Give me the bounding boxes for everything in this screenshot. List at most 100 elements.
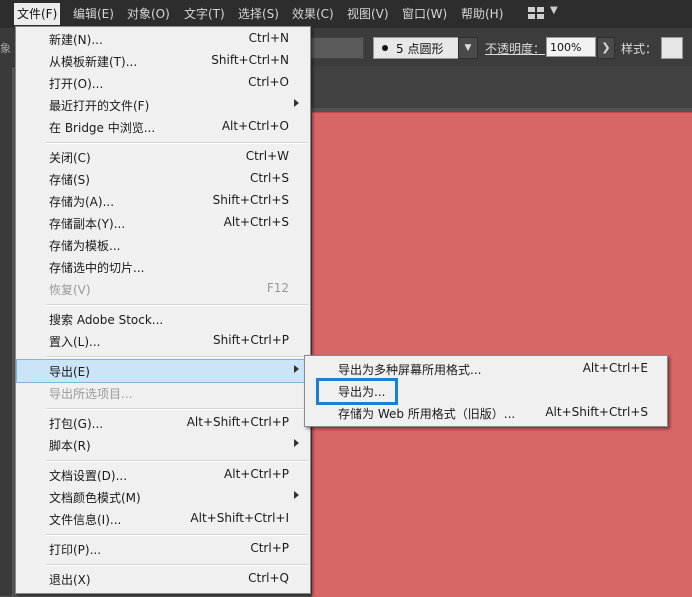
menu-help[interactable]: 帮助(H) xyxy=(458,3,506,25)
chevron-down-icon[interactable]: ▼ xyxy=(458,37,478,59)
menu-item-label: 存储为 Web 所用格式（旧版）... xyxy=(338,407,516,421)
menu-item-label: 打包(G)... xyxy=(49,417,104,431)
menu-item-save-for-web-legacy[interactable]: 存储为 Web 所用格式（旧版）... Alt+Shift+Ctrl+S xyxy=(306,402,666,424)
menu-item-label: 在 Bridge 中浏览... xyxy=(49,121,156,135)
annotation-highlight-box xyxy=(316,378,398,405)
chevron-right-icon[interactable]: ❯ xyxy=(597,37,615,59)
menu-item-new-from-template[interactable]: 从模板新建(T)... Shift+Ctrl+N xyxy=(17,50,309,72)
menu-item-label: 打印(P)... xyxy=(49,543,102,557)
menu-item-save-selected-slices[interactable]: 存储选中的切片... xyxy=(17,256,309,278)
brush-definition-select[interactable]: 5 点圆形 xyxy=(373,37,459,59)
menu-item-exit[interactable]: 退出(X) Ctrl+Q xyxy=(17,568,309,590)
menu-item-save-as[interactable]: 存储为(A)... Shift+Ctrl+S xyxy=(17,190,309,212)
menu-item-close[interactable]: 关闭(C) Ctrl+W xyxy=(17,146,309,168)
graphic-style-swatch[interactable] xyxy=(661,37,683,59)
control-label-fragment: 象 xyxy=(0,42,11,55)
menu-item-shortcut: Alt+Shift+Ctrl+S xyxy=(545,405,648,419)
menu-item-label: 存储为(A)... xyxy=(49,195,115,209)
menu-item-recent-files[interactable]: 最近打开的文件(F) xyxy=(17,94,309,116)
menu-item-label: 文档颜色模式(M) xyxy=(49,491,141,505)
menu-item-save-copy[interactable]: 存储副本(Y)... Alt+Ctrl+S xyxy=(17,212,309,234)
menu-item-scripts[interactable]: 脚本(R) xyxy=(17,434,309,456)
menu-item-label: 文件信息(I)... xyxy=(49,513,122,527)
menu-separator xyxy=(46,534,308,536)
menu-item-revert: 恢复(V) F12 xyxy=(17,278,309,300)
menu-item-shortcut: Alt+Ctrl+P xyxy=(224,467,289,481)
menu-item-label: 存储副本(Y)... xyxy=(49,217,126,231)
menu-item-save-as-template[interactable]: 存储为模板... xyxy=(17,234,309,256)
menu-item-label: 导出为多种屏幕所用格式... xyxy=(338,363,482,377)
menu-item-shortcut: Ctrl+P xyxy=(250,541,289,555)
menu-separator xyxy=(46,460,308,462)
menu-item-file-info[interactable]: 文件信息(I)... Alt+Shift+Ctrl+I xyxy=(17,508,309,530)
menu-item-shortcut: Ctrl+Q xyxy=(248,571,289,585)
menu-item-browse-in-bridge[interactable]: 在 Bridge 中浏览... Alt+Ctrl+O xyxy=(17,116,309,138)
menu-item-shortcut: Ctrl+O xyxy=(248,75,289,89)
menu-type[interactable]: 文字(T) xyxy=(181,3,228,25)
menu-separator xyxy=(46,142,308,144)
menu-item-place[interactable]: 置入(L)... Shift+Ctrl+P xyxy=(17,330,309,352)
menu-item-shortcut: Shift+Ctrl+P xyxy=(213,333,289,347)
opacity-label[interactable]: 不透明度： xyxy=(485,40,545,57)
menu-item-shortcut: F12 xyxy=(266,281,289,295)
menu-item-export-for-screens[interactable]: 导出为多种屏幕所用格式... Alt+Ctrl+E xyxy=(306,358,666,380)
workspace-grid-icon[interactable] xyxy=(528,7,544,19)
menu-item-shortcut: Alt+Ctrl+E xyxy=(582,361,648,375)
menu-item-label: 最近打开的文件(F) xyxy=(49,99,150,113)
chevron-down-icon[interactable]: ▼ xyxy=(550,5,558,16)
brush-label: 5 点圆形 xyxy=(396,42,444,56)
menu-item-open[interactable]: 打开(O)... Ctrl+O xyxy=(17,72,309,94)
menu-select[interactable]: 选择(S) xyxy=(235,3,282,25)
menu-item-shortcut: Alt+Ctrl+S xyxy=(223,215,289,229)
menu-separator xyxy=(46,356,308,358)
menu-effect[interactable]: 效果(C) xyxy=(289,3,337,25)
menu-item-shortcut: Ctrl+N xyxy=(248,31,289,45)
menu-item-label: 打开(O)... xyxy=(49,77,104,91)
menu-item-export-selection: 导出所选项目... xyxy=(17,382,309,404)
menu-item-export[interactable]: 导出(E) xyxy=(16,359,310,383)
menu-edit[interactable]: 编辑(E) xyxy=(70,3,117,25)
menu-item-shortcut: Alt+Shift+Ctrl+P xyxy=(186,415,289,429)
style-label: 样式： xyxy=(621,42,658,56)
menu-item-label: 存储选中的切片... xyxy=(49,261,145,275)
submenu-arrow-icon xyxy=(294,439,299,447)
menu-item-label: 导出(E) xyxy=(49,365,90,379)
document-tab-area xyxy=(305,66,692,108)
file-menu: 新建(N)... Ctrl+N 从模板新建(T)... Shift+Ctrl+N… xyxy=(15,26,311,594)
tools-panel-edge xyxy=(0,28,12,596)
menu-item-search-adobe-stock[interactable]: 搜索 Adobe Stock... xyxy=(17,308,309,330)
menu-object[interactable]: 对象(O) xyxy=(124,3,173,25)
menu-item-save[interactable]: 存储(S) Ctrl+S xyxy=(17,168,309,190)
menu-window[interactable]: 窗口(W) xyxy=(399,3,450,25)
stroke-weight-field[interactable] xyxy=(310,37,364,59)
menu-separator xyxy=(46,564,308,566)
menu-item-label: 新建(N)... xyxy=(49,33,103,47)
menu-file[interactable]: 文件(F) xyxy=(14,3,61,25)
menu-item-shortcut: Ctrl+S xyxy=(249,171,289,185)
menu-item-label: 退出(X) xyxy=(49,573,91,587)
menu-item-label: 搜索 Adobe Stock... xyxy=(49,313,164,327)
menu-item-shortcut: Alt+Ctrl+O xyxy=(221,119,289,133)
submenu-arrow-icon xyxy=(294,491,299,499)
menu-item-document-color-mode[interactable]: 文档颜色模式(M) xyxy=(17,486,309,508)
menu-item-label: 文档设置(D)... xyxy=(49,469,128,483)
menu-item-shortcut: Shift+Ctrl+S xyxy=(212,193,289,207)
menu-separator xyxy=(46,408,308,410)
menu-item-document-setup[interactable]: 文档设置(D)... Alt+Ctrl+P xyxy=(17,464,309,486)
menu-item-label: 关闭(C) xyxy=(49,151,91,165)
menu-item-package[interactable]: 打包(G)... Alt+Shift+Ctrl+P xyxy=(17,412,309,434)
menubar: 文件(F) 编辑(E) 对象(O) 文字(T) 选择(S) 效果(C) 视图(V… xyxy=(0,0,692,28)
menu-item-label: 置入(L)... xyxy=(49,335,101,349)
menu-separator xyxy=(46,304,308,306)
menu-item-label: 存储为模板... xyxy=(49,239,121,253)
submenu-arrow-icon xyxy=(294,99,299,107)
menu-item-label: 从模板新建(T)... xyxy=(49,55,138,69)
menu-item-shortcut: Alt+Shift+Ctrl+I xyxy=(190,511,289,525)
menu-item-new[interactable]: 新建(N)... Ctrl+N xyxy=(17,28,309,50)
menu-item-label: 脚本(R) xyxy=(49,439,91,453)
menu-item-label: 恢复(V) xyxy=(49,283,91,297)
menu-item-print[interactable]: 打印(P)... Ctrl+P xyxy=(17,538,309,560)
menu-view[interactable]: 视图(V) xyxy=(344,3,392,25)
menu-item-shortcut: Ctrl+W xyxy=(245,149,289,163)
opacity-input[interactable]: 100% xyxy=(546,37,596,57)
